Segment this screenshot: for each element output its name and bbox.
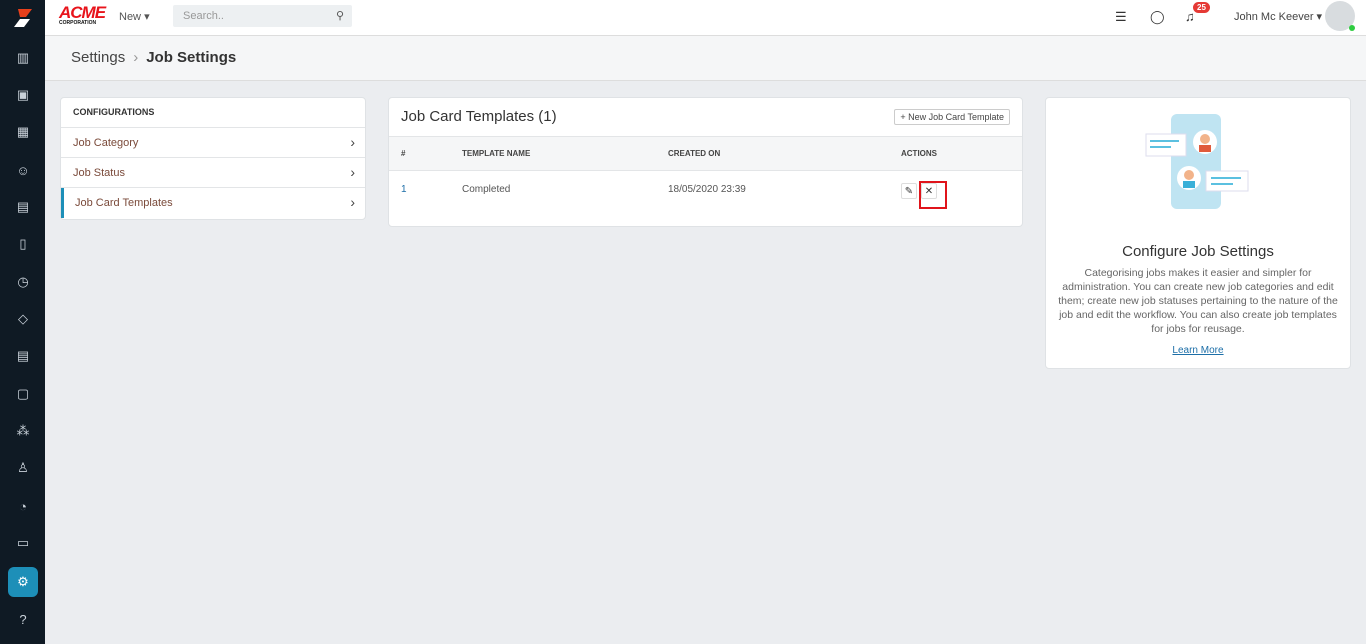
search-input[interactable]: Search.. ⚲ xyxy=(173,5,352,27)
configurations-panel: CONFIGURATIONS Job Category › Job Status ›… xyxy=(60,97,366,220)
briefcase-icon[interactable]: ▣ xyxy=(8,80,38,110)
user-menu[interactable]: John Mc Keever ▾ xyxy=(1234,10,1322,23)
item-label: Job Status xyxy=(73,167,125,179)
row-num: 1 xyxy=(401,184,407,195)
new-dropdown[interactable]: New ▾ xyxy=(119,10,150,23)
avatar[interactable] xyxy=(1325,1,1355,31)
info-panel: Configure Job Settings Categorising jobs… xyxy=(1045,97,1351,369)
config-item-job-card-templates[interactable]: Job Card Templates › xyxy=(61,188,365,218)
top-bar: ACME CORPORATION New ▾ Search.. ⚲ ☰ ◯ ♫ 25… xyxy=(45,0,1366,36)
map-icon[interactable]: ▯ xyxy=(8,229,38,259)
documents-icon[interactable]: ▢ xyxy=(8,379,38,409)
new-label: New xyxy=(119,11,142,23)
contacts-icon[interactable]: ☺ xyxy=(8,155,38,185)
highlight-box xyxy=(919,181,947,209)
breadcrumb: Settings › Job Settings xyxy=(45,36,1366,81)
search-placeholder: Search.. xyxy=(183,10,224,22)
chat-icon[interactable]: ◯ xyxy=(1150,9,1165,25)
chevron-right-icon: › xyxy=(350,134,355,150)
new-template-button[interactable]: + New Job Card Template xyxy=(894,109,1010,125)
item-label: Job Category xyxy=(73,137,139,149)
notification-badge: 25 xyxy=(1193,2,1210,13)
chevron-right-icon: › xyxy=(350,164,355,180)
panel-title: Job Card Templates (1) xyxy=(401,108,557,125)
config-item-job-status[interactable]: Job Status › xyxy=(61,158,365,188)
learn-more-link[interactable]: Learn More xyxy=(1046,345,1350,356)
bell-icon[interactable]: ♫ xyxy=(1185,9,1195,24)
info-text: Categorising jobs makes it easier and si… xyxy=(1058,267,1338,335)
col-num: # xyxy=(401,149,406,158)
user-icon[interactable]: ♙ xyxy=(8,453,38,483)
list-view-icon[interactable]: ☰ xyxy=(1115,9,1127,25)
edit-button[interactable]: ✎ xyxy=(901,183,917,199)
acme-logo[interactable]: ACME CORPORATION xyxy=(59,4,106,26)
user-name: John Mc Keever xyxy=(1234,11,1314,23)
monitor-icon[interactable]: ▭ xyxy=(8,528,38,558)
table-header: # TEMPLATE NAME CREATED ON ACTIONS xyxy=(389,136,1022,171)
page-title: Job Settings xyxy=(146,49,237,66)
list-icon[interactable]: ▤ xyxy=(8,341,38,371)
row-created: 18/05/2020 23:39 xyxy=(668,184,746,195)
pencil-icon: ✎ xyxy=(904,185,914,197)
help-icon[interactable]: ? xyxy=(8,604,38,634)
reports-icon[interactable]: ▥ xyxy=(8,43,38,73)
sidebar: ▥ ▣ ▦ ☺ ▤ ▯ ◷ ◇ ▤ ▢ ⁂ ♙ ◔ ▭ ⚙ ? xyxy=(0,0,45,644)
tag-icon[interactable]: ◇ xyxy=(8,304,38,334)
row-name: Completed xyxy=(462,184,511,195)
config-item-job-category[interactable]: Job Category › xyxy=(61,128,365,158)
item-label: Job Card Templates xyxy=(75,197,173,209)
online-status-icon xyxy=(1349,25,1355,31)
inventory-icon[interactable]: ⁂ xyxy=(8,416,38,446)
mouse-icon[interactable]: ◔ xyxy=(8,491,38,521)
info-title: Configure Job Settings xyxy=(1122,243,1274,260)
breadcrumb-settings[interactable]: Settings xyxy=(71,49,125,66)
new-template-label: New Job Card Template xyxy=(908,112,1004,122)
col-name: TEMPLATE NAME xyxy=(462,149,531,158)
settings-gear-icon[interactable]: ⚙ xyxy=(8,567,38,597)
col-actions: ACTIONS xyxy=(901,149,937,158)
clock-icon[interactable]: ◷ xyxy=(8,267,38,297)
calendar-icon[interactable]: ▦ xyxy=(8,117,38,147)
col-created: CREATED ON xyxy=(668,149,721,158)
illustration-icon xyxy=(1145,114,1249,209)
search-icon[interactable]: ⚲ xyxy=(336,9,344,22)
invoice-icon[interactable]: ▤ xyxy=(8,192,38,222)
configurations-title: CONFIGURATIONS xyxy=(61,98,365,128)
app-logo-icon[interactable] xyxy=(0,0,45,36)
chevron-right-icon: › xyxy=(350,194,355,210)
